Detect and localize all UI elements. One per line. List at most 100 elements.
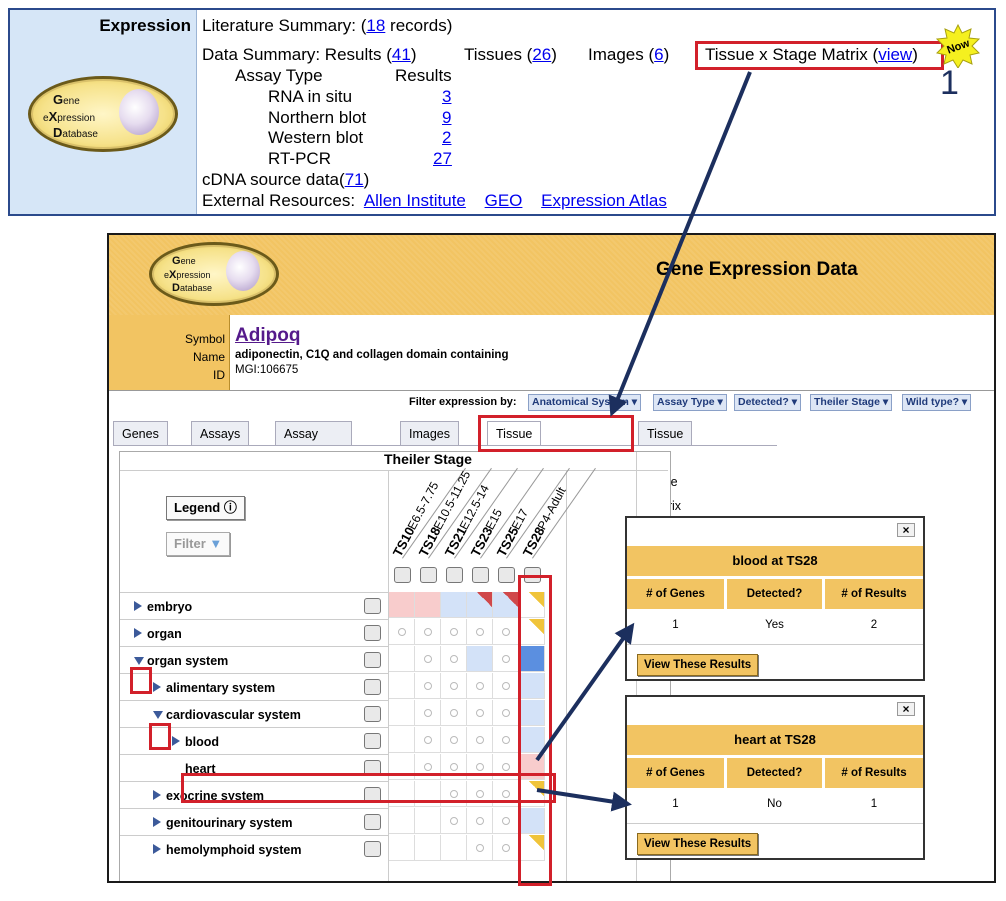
row-select-checkbox[interactable] bbox=[364, 733, 381, 749]
cdna-link[interactable]: 71 bbox=[345, 170, 364, 189]
tab-assay-results[interactable]: Assay results(41) bbox=[275, 421, 353, 465]
assay-count-link[interactable]: 3 bbox=[442, 87, 451, 108]
filter-wild-type-button[interactable]: Wild type? ▾ bbox=[902, 394, 972, 411]
tree-row[interactable]: organ bbox=[120, 619, 388, 646]
matrix-cell[interactable] bbox=[441, 835, 467, 861]
close-icon[interactable]: × bbox=[897, 523, 915, 537]
matrix-cell[interactable] bbox=[415, 646, 441, 672]
matrix-cell[interactable] bbox=[441, 619, 467, 645]
matrix-cell[interactable] bbox=[415, 727, 441, 753]
tree-row[interactable]: embryo bbox=[120, 592, 388, 619]
expand-arrow-icon[interactable] bbox=[153, 817, 161, 827]
matrix-cell[interactable] bbox=[493, 619, 519, 645]
row-select-checkbox[interactable] bbox=[364, 841, 381, 857]
tree-row[interactable]: hemolymphoid system bbox=[120, 835, 388, 862]
tree-row[interactable]: genitourinary system bbox=[120, 808, 388, 835]
literature-link[interactable]: 18 bbox=[366, 16, 385, 35]
expand-arrow-icon[interactable] bbox=[153, 682, 161, 692]
row-select-checkbox[interactable] bbox=[364, 706, 381, 722]
tissues-link[interactable]: 26 bbox=[532, 45, 551, 64]
column-select-checkbox[interactable] bbox=[472, 567, 489, 583]
matrix-cell[interactable] bbox=[493, 835, 519, 861]
matrix-cell[interactable] bbox=[493, 673, 519, 699]
matrix-cell[interactable] bbox=[389, 619, 415, 645]
matrix-cell[interactable] bbox=[467, 673, 493, 699]
matrix-cell[interactable] bbox=[441, 592, 467, 618]
matrix-cell[interactable] bbox=[415, 835, 441, 861]
matrix-cell[interactable] bbox=[467, 835, 493, 861]
matrix-cell[interactable] bbox=[389, 808, 415, 834]
matrix-cell[interactable] bbox=[389, 835, 415, 861]
matrix-cell[interactable] bbox=[467, 808, 493, 834]
expand-arrow-icon[interactable] bbox=[153, 844, 161, 854]
filter-detected-button[interactable]: Detected? ▾ bbox=[734, 394, 801, 411]
matrix-cell[interactable] bbox=[493, 808, 519, 834]
matrix-cell[interactable] bbox=[415, 808, 441, 834]
expand-arrow-icon[interactable] bbox=[172, 736, 180, 746]
cardiovascular-toggle-highlight bbox=[149, 723, 171, 750]
column-select-checkbox[interactable] bbox=[394, 567, 411, 583]
tab-genes[interactable]: Genes (1) bbox=[113, 421, 168, 465]
collapse-arrow-icon[interactable] bbox=[134, 657, 144, 665]
matrix-cell[interactable] bbox=[493, 727, 519, 753]
expand-arrow-icon[interactable] bbox=[134, 601, 142, 611]
matrix-cell[interactable] bbox=[493, 646, 519, 672]
expand-arrow-icon[interactable] bbox=[134, 628, 142, 638]
tree-row[interactable]: alimentary system bbox=[120, 673, 388, 700]
row-select-checkbox[interactable] bbox=[364, 679, 381, 695]
matrix-cell[interactable] bbox=[493, 700, 519, 726]
matrix-cell[interactable] bbox=[389, 700, 415, 726]
tab-assays[interactable]: Assays (8) bbox=[191, 421, 250, 465]
assay-count-link[interactable]: 2 bbox=[442, 128, 451, 149]
assay-count-link[interactable]: 9 bbox=[442, 108, 451, 129]
filter-assay-type-button[interactable]: Assay Type ▾ bbox=[653, 394, 727, 411]
cdna-summary: cDNA source data(71) bbox=[202, 170, 370, 189]
view-results-button[interactable]: View These Results bbox=[637, 654, 759, 676]
matrix-cell[interactable] bbox=[389, 592, 415, 618]
matrix-cell[interactable] bbox=[389, 673, 415, 699]
matrix-cell[interactable] bbox=[415, 592, 441, 618]
matrix-cell[interactable] bbox=[441, 646, 467, 672]
matrix-cell[interactable] bbox=[441, 673, 467, 699]
column-select-checkbox[interactable] bbox=[498, 567, 515, 583]
expression-atlas-link[interactable]: Expression Atlas bbox=[541, 191, 667, 210]
matrix-cell[interactable] bbox=[441, 727, 467, 753]
filter-anatomical-system-button[interactable]: Anatomical System ▾ bbox=[528, 394, 642, 411]
collapse-arrow-icon[interactable] bbox=[153, 711, 163, 719]
matrix-cell[interactable] bbox=[389, 646, 415, 672]
filter-theiler-stage-button[interactable]: Theiler Stage ▾ bbox=[810, 394, 893, 411]
matrix-cell[interactable] bbox=[415, 700, 441, 726]
assay-count-link[interactable]: 27 bbox=[433, 149, 452, 170]
view-results-button[interactable]: View These Results bbox=[637, 833, 759, 855]
matrix-cell[interactable] bbox=[441, 700, 467, 726]
matrix-cell[interactable] bbox=[441, 808, 467, 834]
row-select-checkbox[interactable] bbox=[364, 814, 381, 830]
tree-row[interactable]: organ system bbox=[120, 646, 388, 673]
matrix-cell[interactable] bbox=[415, 673, 441, 699]
expand-arrow-icon[interactable] bbox=[153, 790, 161, 800]
matrix-cell[interactable] bbox=[493, 592, 519, 618]
matrix-cell[interactable] bbox=[467, 619, 493, 645]
matrix-cell[interactable] bbox=[467, 700, 493, 726]
filter-button[interactable]: Filter ▼ bbox=[166, 532, 231, 556]
column-select-checkbox[interactable] bbox=[446, 567, 463, 583]
geo-link[interactable]: GEO bbox=[485, 191, 523, 210]
column-select-checkbox[interactable] bbox=[420, 567, 437, 583]
row-select-checkbox[interactable] bbox=[364, 598, 381, 614]
matrix-cell[interactable] bbox=[467, 592, 493, 618]
matrix-cell[interactable] bbox=[389, 727, 415, 753]
tab-tissue-gene-matrix[interactable]: Tissue x Gene Matrix bbox=[638, 421, 693, 513]
gene-symbol-link[interactable]: Adipoq bbox=[235, 325, 508, 347]
tab-images[interactable]: Images (6) bbox=[400, 421, 459, 465]
legend-button[interactable]: Legend ⓘ bbox=[166, 496, 245, 520]
allen-institute-link[interactable]: Allen Institute bbox=[364, 191, 466, 210]
images-link[interactable]: 6 bbox=[654, 45, 663, 64]
results-link[interactable]: 41 bbox=[392, 45, 411, 64]
close-icon[interactable]: × bbox=[897, 702, 915, 716]
no-data-dot bbox=[398, 628, 406, 636]
row-select-checkbox[interactable] bbox=[364, 652, 381, 668]
row-select-checkbox[interactable] bbox=[364, 625, 381, 641]
matrix-cell[interactable] bbox=[467, 646, 493, 672]
matrix-cell[interactable] bbox=[415, 619, 441, 645]
matrix-cell[interactable] bbox=[467, 727, 493, 753]
